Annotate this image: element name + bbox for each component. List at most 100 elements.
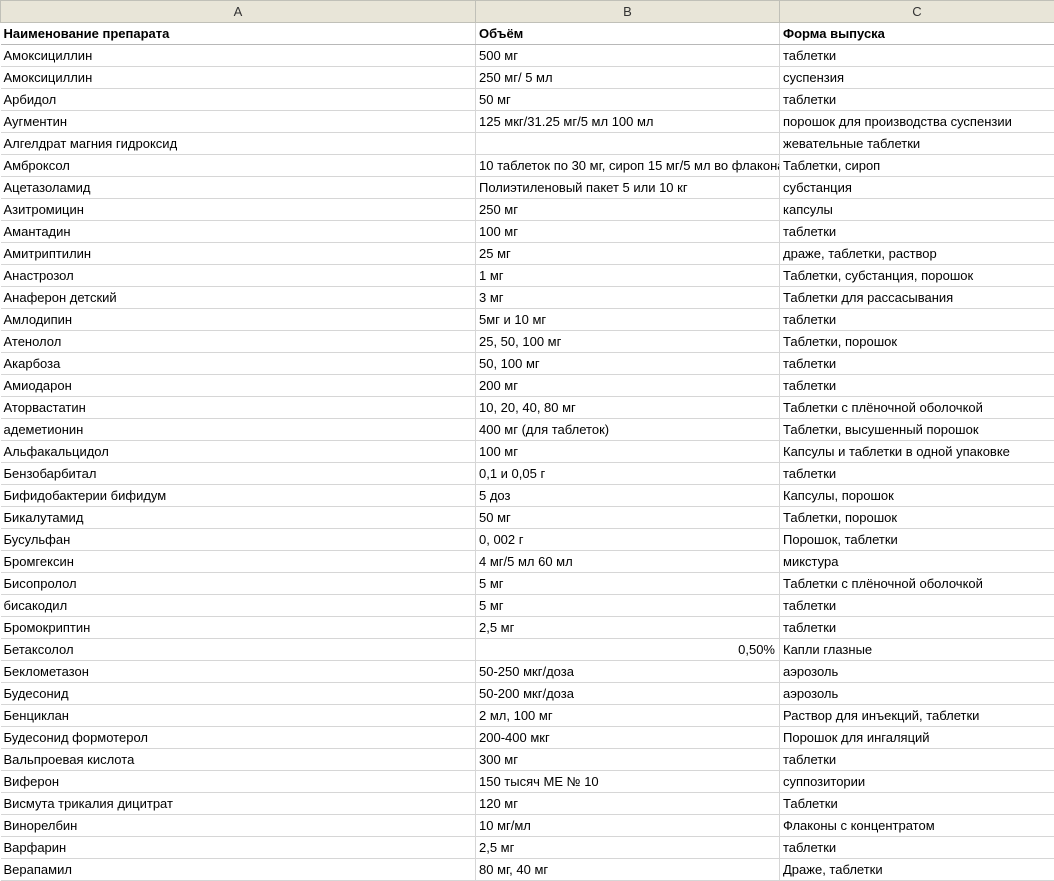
cell-volume[interactable]: 200 мг [476,375,780,397]
cell-volume[interactable]: 2 мл, 100 мг [476,705,780,727]
cell-volume[interactable]: 500 мг [476,45,780,67]
cell-form[interactable]: Капли глазные [780,639,1054,661]
cell-volume[interactable]: 50 мг [476,507,780,529]
cell-name[interactable]: Амитриптилин [1,243,476,265]
cell-name[interactable]: Беклометазон [1,661,476,683]
cell-volume[interactable]: 400 мг (для таблеток) [476,419,780,441]
cell-name[interactable]: Амброксол [1,155,476,177]
cell-form[interactable]: Флаконы с концентратом [780,815,1054,837]
cell-volume[interactable]: 10, 20, 40, 80 мг [476,397,780,419]
cell-form[interactable]: Таблетки для рассасывания [780,287,1054,309]
cell-volume[interactable]: 2,5 мг [476,837,780,859]
cell-name[interactable]: Анаферон детский [1,287,476,309]
cell-form[interactable]: таблетки [780,45,1054,67]
cell-form[interactable]: таблетки [780,617,1054,639]
cell-name[interactable]: Алгелдрат магния гидроксид [1,133,476,155]
column-letter-b[interactable]: B [476,1,780,23]
cell-volume[interactable] [476,133,780,155]
cell-name[interactable]: Бусульфан [1,529,476,551]
cell-name[interactable]: Анастрозол [1,265,476,287]
cell-volume[interactable]: 0, 002 г [476,529,780,551]
cell-form[interactable]: Таблетки, сироп [780,155,1054,177]
cell-name[interactable]: Амоксициллин [1,67,476,89]
cell-volume[interactable]: 80 мг, 40 мг [476,859,780,881]
cell-volume[interactable]: 5 доз [476,485,780,507]
cell-form[interactable]: таблетки [780,353,1054,375]
cell-name[interactable]: Азитромицин [1,199,476,221]
cell-form[interactable]: Порошок, таблетки [780,529,1054,551]
cell-name[interactable]: Ацетазоламид [1,177,476,199]
cell-volume[interactable]: 50, 100 мг [476,353,780,375]
cell-volume[interactable]: 300 мг [476,749,780,771]
cell-form[interactable]: Капсулы и таблетки в одной упаковке [780,441,1054,463]
cell-volume[interactable]: 50 мг [476,89,780,111]
cell-name[interactable]: Бетаксолол [1,639,476,661]
cell-volume[interactable]: 10 мг/мл [476,815,780,837]
cell-volume[interactable]: 100 мг [476,441,780,463]
cell-form[interactable]: таблетки [780,595,1054,617]
cell-form[interactable]: таблетки [780,309,1054,331]
cell-volume[interactable]: 3 мг [476,287,780,309]
column-letter-a[interactable]: A [1,1,476,23]
cell-form[interactable]: Таблетки, порошок [780,331,1054,353]
cell-volume[interactable]: 4 мг/5 мл 60 мл [476,551,780,573]
cell-volume[interactable]: 50-250 мкг/доза [476,661,780,683]
cell-volume[interactable]: 0,1 и 0,05 г [476,463,780,485]
cell-name[interactable]: Амантадин [1,221,476,243]
cell-form[interactable]: таблетки [780,837,1054,859]
cell-form[interactable]: Таблетки, субстанция, порошок [780,265,1054,287]
cell-name[interactable]: Бромокриптин [1,617,476,639]
cell-volume[interactable]: 50-200 мкг/доза [476,683,780,705]
cell-name[interactable]: Амоксициллин [1,45,476,67]
cell-form[interactable]: Таблетки с плёночной оболочкой [780,573,1054,595]
cell-form[interactable]: таблетки [780,89,1054,111]
cell-name[interactable]: Вальпроевая кислота [1,749,476,771]
cell-volume[interactable]: 0,50% [476,639,780,661]
cell-name[interactable]: Аугментин [1,111,476,133]
cell-form[interactable]: порошок для производства суспензии [780,111,1054,133]
cell-volume[interactable]: 100 мг [476,221,780,243]
cell-name[interactable]: Бенциклан [1,705,476,727]
cell-form[interactable]: капсулы [780,199,1054,221]
cell-name[interactable]: адеметионин [1,419,476,441]
cell-volume[interactable]: 5мг и 10 мг [476,309,780,331]
column-letter-c[interactable]: C [780,1,1054,23]
cell-name[interactable]: Бисопролол [1,573,476,595]
cell-name[interactable]: Акарбоза [1,353,476,375]
cell-volume[interactable]: 5 мг [476,595,780,617]
cell-volume[interactable]: 125 мкг/31.25 мг/5 мл 100 мл [476,111,780,133]
cell-name[interactable]: Виферон [1,771,476,793]
cell-volume[interactable]: 25, 50, 100 мг [476,331,780,353]
cell-name[interactable]: Атенолол [1,331,476,353]
cell-form[interactable]: суппозитории [780,771,1054,793]
header-name[interactable]: Наименование препарата [1,23,476,45]
cell-volume[interactable]: 25 мг [476,243,780,265]
cell-form[interactable]: Драже, таблетки [780,859,1054,881]
cell-form[interactable]: аэрозоль [780,683,1054,705]
cell-form[interactable]: Порошок для ингаляций [780,727,1054,749]
cell-form[interactable]: Таблетки с плёночной оболочкой [780,397,1054,419]
cell-name[interactable]: Бензобарбитал [1,463,476,485]
cell-form[interactable]: жевательные таблетки [780,133,1054,155]
cell-name[interactable]: Варфарин [1,837,476,859]
cell-name[interactable]: Амиодарон [1,375,476,397]
cell-form[interactable]: аэрозоль [780,661,1054,683]
cell-name[interactable]: Будесонид формотерол [1,727,476,749]
cell-name[interactable]: Винорелбин [1,815,476,837]
header-volume[interactable]: Объём [476,23,780,45]
cell-form[interactable]: таблетки [780,375,1054,397]
cell-volume[interactable]: 120 мг [476,793,780,815]
header-form[interactable]: Форма выпуска [780,23,1054,45]
cell-form[interactable]: драже, таблетки, раствор [780,243,1054,265]
cell-volume[interactable]: 1 мг [476,265,780,287]
cell-name[interactable]: Бикалутамид [1,507,476,529]
cell-form[interactable]: таблетки [780,749,1054,771]
cell-form[interactable]: таблетки [780,463,1054,485]
cell-form[interactable]: микстура [780,551,1054,573]
cell-name[interactable]: Бифидобактерии бифидум [1,485,476,507]
cell-volume[interactable]: 2,5 мг [476,617,780,639]
cell-name[interactable]: Будесонид [1,683,476,705]
cell-form[interactable]: субстанция [780,177,1054,199]
cell-form[interactable]: Капсулы, порошок [780,485,1054,507]
cell-volume[interactable]: Полиэтиленовый пакет 5 или 10 кг [476,177,780,199]
